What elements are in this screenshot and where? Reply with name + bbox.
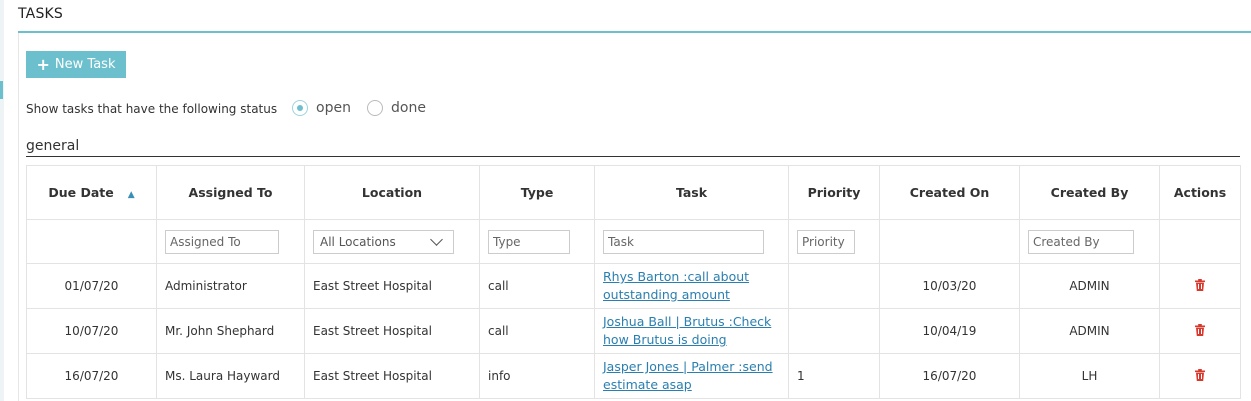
column-header-assigned-to[interactable]: Assigned To: [156, 165, 305, 220]
table-row: 16/07/20 Ms. Laura Hayward East Street H…: [26, 353, 1241, 399]
section-title: general: [26, 138, 80, 154]
task-link[interactable]: Rhys Barton :call about outstanding amou…: [603, 268, 780, 304]
type-cell: call: [479, 263, 595, 309]
location-filter-select[interactable]: All Locations: [313, 229, 454, 254]
filter-cell-empty: [879, 219, 1020, 264]
filter-row: All Locations: [26, 219, 1241, 264]
column-header-type[interactable]: Type: [479, 165, 595, 220]
priority-cell: [788, 263, 880, 309]
type-cell: call: [479, 308, 595, 354]
task-link[interactable]: Joshua Ball | Brutus :Check how Brutus i…: [603, 313, 780, 349]
column-header-priority[interactable]: Priority: [788, 165, 880, 220]
column-header-created-on[interactable]: Created On: [879, 165, 1020, 220]
created-by-cell: ADMIN: [1019, 263, 1160, 309]
priority-cell: [788, 308, 880, 354]
actions-cell: [1159, 263, 1241, 309]
filter-cell-empty: [1159, 219, 1241, 264]
page-header: TASKS: [18, 0, 1251, 33]
filter-cell: [788, 219, 880, 264]
location-cell: East Street Hospital: [304, 308, 480, 354]
status-done-radio[interactable]: [367, 100, 383, 116]
plus-icon: +: [36, 54, 50, 74]
trash-icon[interactable]: [1195, 323, 1205, 336]
type-filter-input[interactable]: [488, 229, 570, 254]
assigned-to-filter-input[interactable]: [165, 229, 279, 254]
left-rail-accent: [0, 81, 3, 99]
status-open-option[interactable]: open: [292, 100, 351, 116]
priority-cell: 1: [788, 353, 880, 399]
chevron-down-icon: [430, 233, 443, 246]
status-open-radio[interactable]: [292, 100, 308, 116]
filter-cell: [479, 219, 595, 264]
new-task-button[interactable]: + New Task: [26, 51, 126, 78]
created-by-filter-input[interactable]: [1028, 229, 1134, 254]
filter-cell: All Locations: [304, 219, 480, 264]
status-filter-label: Show tasks that have the following statu…: [26, 102, 278, 116]
due-date-cell: 10/07/20: [26, 308, 157, 354]
task-cell: Rhys Barton :call about outstanding amou…: [594, 263, 789, 309]
filter-cell: [156, 219, 305, 264]
sort-asc-icon: ▲: [127, 190, 135, 200]
page-title: TASKS: [18, 6, 63, 22]
task-cell: Jasper Jones | Palmer :send estimate asa…: [594, 353, 789, 399]
task-cell: Joshua Ball | Brutus :Check how Brutus i…: [594, 308, 789, 354]
column-header-created-by[interactable]: Created By: [1019, 165, 1160, 220]
header-row: Due Date ▲ Assigned To Location Type Task…: [26, 165, 1241, 220]
status-done-option[interactable]: done: [367, 100, 426, 116]
due-date-cell: 16/07/20: [26, 353, 157, 399]
section-divider: [26, 156, 1240, 157]
new-task-label: New Task: [54, 57, 116, 72]
created-by-cell: ADMIN: [1019, 308, 1160, 354]
assigned-to-cell: Ms. Laura Hayward: [156, 353, 305, 399]
column-header-due-date[interactable]: Due Date ▲: [26, 165, 157, 220]
column-header-location[interactable]: Location: [304, 165, 480, 220]
trash-icon[interactable]: [1195, 278, 1205, 291]
status-open-label: open: [316, 100, 351, 116]
created-on-cell: 10/03/20: [879, 263, 1020, 309]
task-filter-input[interactable]: [603, 229, 764, 254]
column-header-actions: Actions: [1159, 165, 1241, 220]
task-link[interactable]: Jasper Jones | Palmer :send estimate asa…: [603, 358, 780, 394]
left-rail: [0, 0, 4, 401]
filter-cell: [594, 219, 789, 264]
tasks-table: Due Date ▲ Assigned To Location Type Task…: [26, 165, 1241, 399]
created-by-cell: LH: [1019, 353, 1160, 399]
type-cell: info: [479, 353, 595, 399]
due-date-cell: 01/07/20: [26, 263, 157, 309]
table-row: 10/07/20 Mr. John Shephard East Street H…: [26, 308, 1241, 354]
column-header-label: Due Date: [48, 185, 114, 200]
created-on-cell: 10/04/19: [879, 308, 1020, 354]
column-header-task[interactable]: Task: [594, 165, 789, 220]
created-on-cell: 16/07/20: [879, 353, 1020, 399]
priority-filter-input[interactable]: [797, 229, 855, 254]
actions-cell: [1159, 353, 1241, 399]
status-done-label: done: [391, 100, 426, 116]
assigned-to-cell: Administrator: [156, 263, 305, 309]
location-filter-value: All Locations: [320, 234, 396, 249]
filter-cell: [1019, 219, 1160, 264]
assigned-to-cell: Mr. John Shephard: [156, 308, 305, 354]
trash-icon[interactable]: [1195, 368, 1205, 381]
table-row: 01/07/20 Administrator East Street Hospi…: [26, 263, 1241, 309]
filter-cell-empty: [26, 219, 157, 264]
actions-cell: [1159, 308, 1241, 354]
location-cell: East Street Hospital: [304, 353, 480, 399]
location-cell: East Street Hospital: [304, 263, 480, 309]
